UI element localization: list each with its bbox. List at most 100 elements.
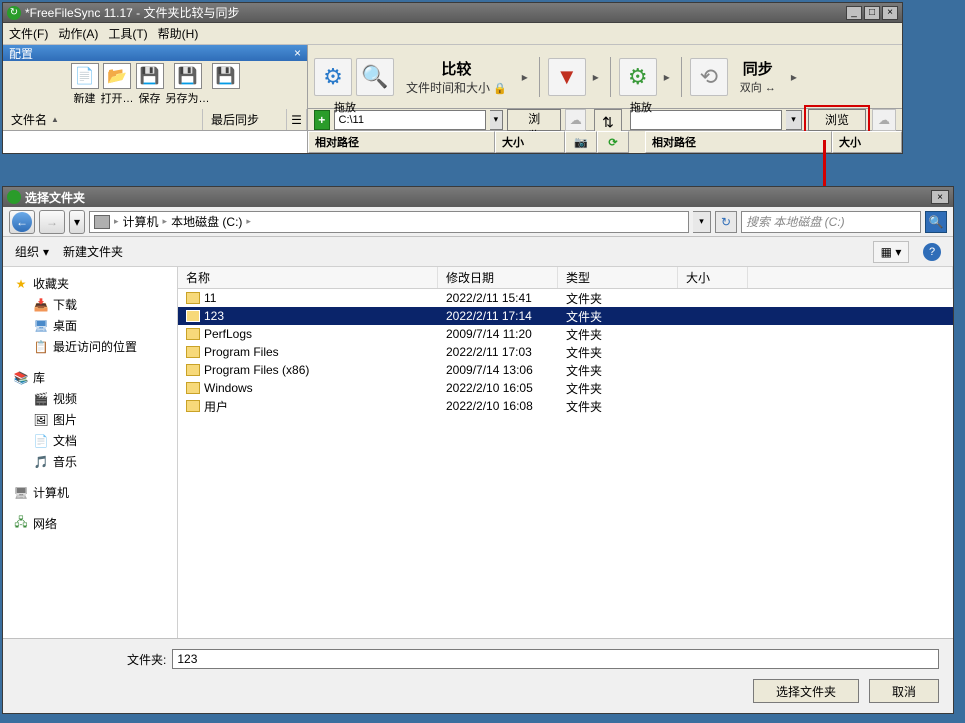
left-cloud-button[interactable]: ☁ bbox=[565, 109, 586, 131]
folder-icon bbox=[186, 364, 200, 376]
left-size-header[interactable]: 大小 bbox=[495, 131, 565, 153]
compare-button[interactable]: 🔍 bbox=[356, 58, 394, 96]
folder-icon bbox=[186, 382, 200, 394]
left-browse-button[interactable]: 浏览 bbox=[507, 109, 561, 131]
folder-picker-dialog: 选择文件夹 × ← → ▾ ▸ 计算机 ▸ 本地磁盘 (C:) ▸ ▾ ↻ 搜索… bbox=[2, 186, 954, 714]
sidebar-favorites[interactable]: ★收藏夹 bbox=[3, 273, 177, 294]
file-row[interactable]: Program Files2022/2/11 17:03文件夹 bbox=[178, 343, 953, 361]
sidebar-recent[interactable]: 📋最近访问的位置 bbox=[3, 336, 177, 357]
titlebar[interactable]: *FreeFileSync 11.17 - 文件夹比较与同步 _ □ × bbox=[3, 3, 902, 23]
window-title: *FreeFileSync 11.17 - 文件夹比较与同步 bbox=[25, 4, 846, 21]
config-panel: 配置 × 📄新建 📂打开… 💾保存 💾另存为… 💾 bbox=[3, 45, 308, 109]
dialog-bottom-bar: 文件夹: 选择文件夹 取消 bbox=[3, 638, 953, 713]
new-config-button[interactable]: 📄新建 bbox=[71, 63, 99, 106]
save-config-button[interactable]: 💾保存 bbox=[136, 63, 164, 106]
refresh-icon[interactable]: ⟳ bbox=[597, 131, 629, 153]
right-size-header[interactable]: 大小 bbox=[832, 131, 902, 153]
folder-name-input[interactable] bbox=[172, 649, 939, 669]
sidebar-downloads[interactable]: 📥下载 bbox=[3, 294, 177, 315]
nav-refresh-button[interactable]: ↻ bbox=[715, 211, 737, 233]
breadcrumb-dropdown[interactable]: ▾ bbox=[693, 211, 711, 233]
cancel-button[interactable]: 取消 bbox=[869, 679, 939, 703]
add-pair-button[interactable]: + bbox=[314, 110, 330, 130]
compare-drop-icon[interactable]: ▸ bbox=[519, 70, 531, 84]
col-type[interactable]: 类型 bbox=[558, 267, 678, 288]
lastsync-column[interactable]: 最后同步 bbox=[203, 109, 287, 130]
file-row[interactable]: 用户2022/2/10 16:08文件夹 bbox=[178, 397, 953, 415]
batch-config-button[interactable]: 💾 bbox=[212, 63, 240, 106]
open-config-button[interactable]: 📂打开… bbox=[101, 63, 134, 106]
sidebar-video[interactable]: 🎬视频 bbox=[3, 388, 177, 409]
view-mode-button[interactable]: ▦ ▾ bbox=[873, 241, 909, 263]
nav-back-button[interactable]: ← bbox=[9, 210, 35, 234]
sync-block[interactable]: 同步 双向 ↔ bbox=[732, 58, 784, 95]
sidebar-library[interactable]: 📚库 bbox=[3, 367, 177, 388]
breadcrumb[interactable]: ▸ 计算机 ▸ 本地磁盘 (C:) ▸ bbox=[89, 211, 689, 233]
nav-history-button[interactable]: ▾ bbox=[69, 210, 85, 234]
compare-settings-button[interactable]: ⚙ bbox=[314, 58, 352, 96]
nav-forward-button[interactable]: → bbox=[39, 210, 65, 234]
right-path-cell: 拖放 ▾ 浏览 ☁ bbox=[624, 109, 902, 130]
maximize-button[interactable]: □ bbox=[864, 6, 880, 20]
file-row[interactable]: Windows2022/2/10 16:05文件夹 bbox=[178, 379, 953, 397]
right-relpath-header[interactable]: 相对路径 bbox=[645, 131, 832, 153]
config-close-icon[interactable]: × bbox=[294, 46, 301, 60]
sidebar-pictures[interactable]: 🖼图片 bbox=[3, 409, 177, 430]
sidebar-computer[interactable]: 🖥计算机 bbox=[3, 482, 177, 503]
sync-button[interactable]: ⟲ bbox=[690, 58, 728, 96]
right-path-dropdown[interactable]: ▾ bbox=[786, 110, 802, 130]
menu-file[interactable]: 文件(F) bbox=[9, 25, 48, 42]
right-cloud-button[interactable]: ☁ bbox=[872, 109, 896, 131]
list-icon[interactable]: ☰ bbox=[287, 109, 307, 130]
select-folder-button[interactable]: 选择文件夹 bbox=[753, 679, 859, 703]
filename-column[interactable]: 文件名 bbox=[3, 109, 203, 130]
sidebar-network[interactable]: 🖧网络 bbox=[3, 513, 177, 534]
menu-help[interactable]: 帮助(H) bbox=[158, 25, 199, 42]
col-name[interactable]: 名称 bbox=[178, 267, 438, 288]
camera-icon[interactable]: 📷 bbox=[565, 131, 597, 153]
sync-drop-icon[interactable]: ▸ bbox=[788, 70, 800, 84]
close-button[interactable]: × bbox=[882, 6, 898, 20]
filter-button[interactable]: ▼ bbox=[548, 58, 586, 96]
search-input[interactable]: 搜索 本地磁盘 (C:) bbox=[741, 211, 921, 233]
left-path-input[interactable] bbox=[334, 110, 486, 130]
dialog-close-button[interactable]: × bbox=[931, 190, 949, 204]
right-browse-button[interactable]: 浏览 bbox=[808, 109, 866, 131]
file-row[interactable]: 1232022/2/11 17:14文件夹 bbox=[178, 307, 953, 325]
col-date[interactable]: 修改日期 bbox=[438, 267, 558, 288]
folder-icon bbox=[186, 346, 200, 358]
sidebar-music[interactable]: 🎵音乐 bbox=[3, 451, 177, 472]
sync-settings-button[interactable]: ⚙ bbox=[619, 58, 657, 96]
dialog-titlebar[interactable]: 选择文件夹 × bbox=[3, 187, 953, 207]
folder-icon bbox=[186, 328, 200, 340]
compare-block[interactable]: 比较 文件时间和大小 🔒 bbox=[398, 58, 515, 96]
menu-action[interactable]: 动作(A) bbox=[58, 25, 98, 42]
col-size[interactable]: 大小 bbox=[678, 267, 748, 288]
sidebar-desktop[interactable]: 🖥桌面 bbox=[3, 315, 177, 336]
file-row[interactable]: 112022/2/11 15:41文件夹 bbox=[178, 289, 953, 307]
help-button[interactable]: ? bbox=[923, 243, 941, 261]
menu-tool[interactable]: 工具(T) bbox=[108, 25, 147, 42]
file-pane: 名称 修改日期 类型 大小 112022/2/11 15:41文件夹123202… bbox=[178, 267, 953, 638]
search-button[interactable]: 🔍 bbox=[925, 211, 947, 233]
new-folder-button[interactable]: 新建文件夹 bbox=[63, 243, 123, 260]
left-path-dropdown[interactable]: ▾ bbox=[490, 110, 504, 130]
right-path-input[interactable] bbox=[630, 110, 782, 130]
minimize-button[interactable]: _ bbox=[846, 6, 862, 20]
left-path-cell: + 拖放 ▾ 浏览 ☁ bbox=[308, 109, 592, 130]
main-toolbar: ⚙ 🔍 比较 文件时间和大小 🔒 ▸ ▼ ▸ ⚙ ▸ ⟲ 同步 双向 ↔ ▸ bbox=[308, 45, 902, 109]
saveas-config-button[interactable]: 💾另存为… bbox=[166, 63, 210, 106]
organize-button[interactable]: 组织 ▾ bbox=[15, 243, 49, 260]
menubar: 文件(F) 动作(A) 工具(T) 帮助(H) bbox=[3, 23, 902, 45]
sidebar-documents[interactable]: 📄文档 bbox=[3, 430, 177, 451]
folder-icon bbox=[186, 310, 200, 322]
folder-icon bbox=[186, 400, 200, 412]
filter-drop-icon[interactable]: ▸ bbox=[590, 70, 602, 84]
file-row[interactable]: PerfLogs2009/7/14 11:20文件夹 bbox=[178, 325, 953, 343]
folder-label: 文件夹: bbox=[127, 651, 166, 668]
file-list[interactable]: 112022/2/11 15:41文件夹1232022/2/11 17:14文件… bbox=[178, 289, 953, 638]
file-row[interactable]: Program Files (x86)2009/7/14 13:06文件夹 bbox=[178, 361, 953, 379]
left-relpath-header[interactable]: 相对路径 bbox=[308, 131, 495, 153]
sync-settings-drop-icon[interactable]: ▸ bbox=[661, 70, 673, 84]
config-header[interactable]: 配置 × bbox=[3, 45, 307, 61]
